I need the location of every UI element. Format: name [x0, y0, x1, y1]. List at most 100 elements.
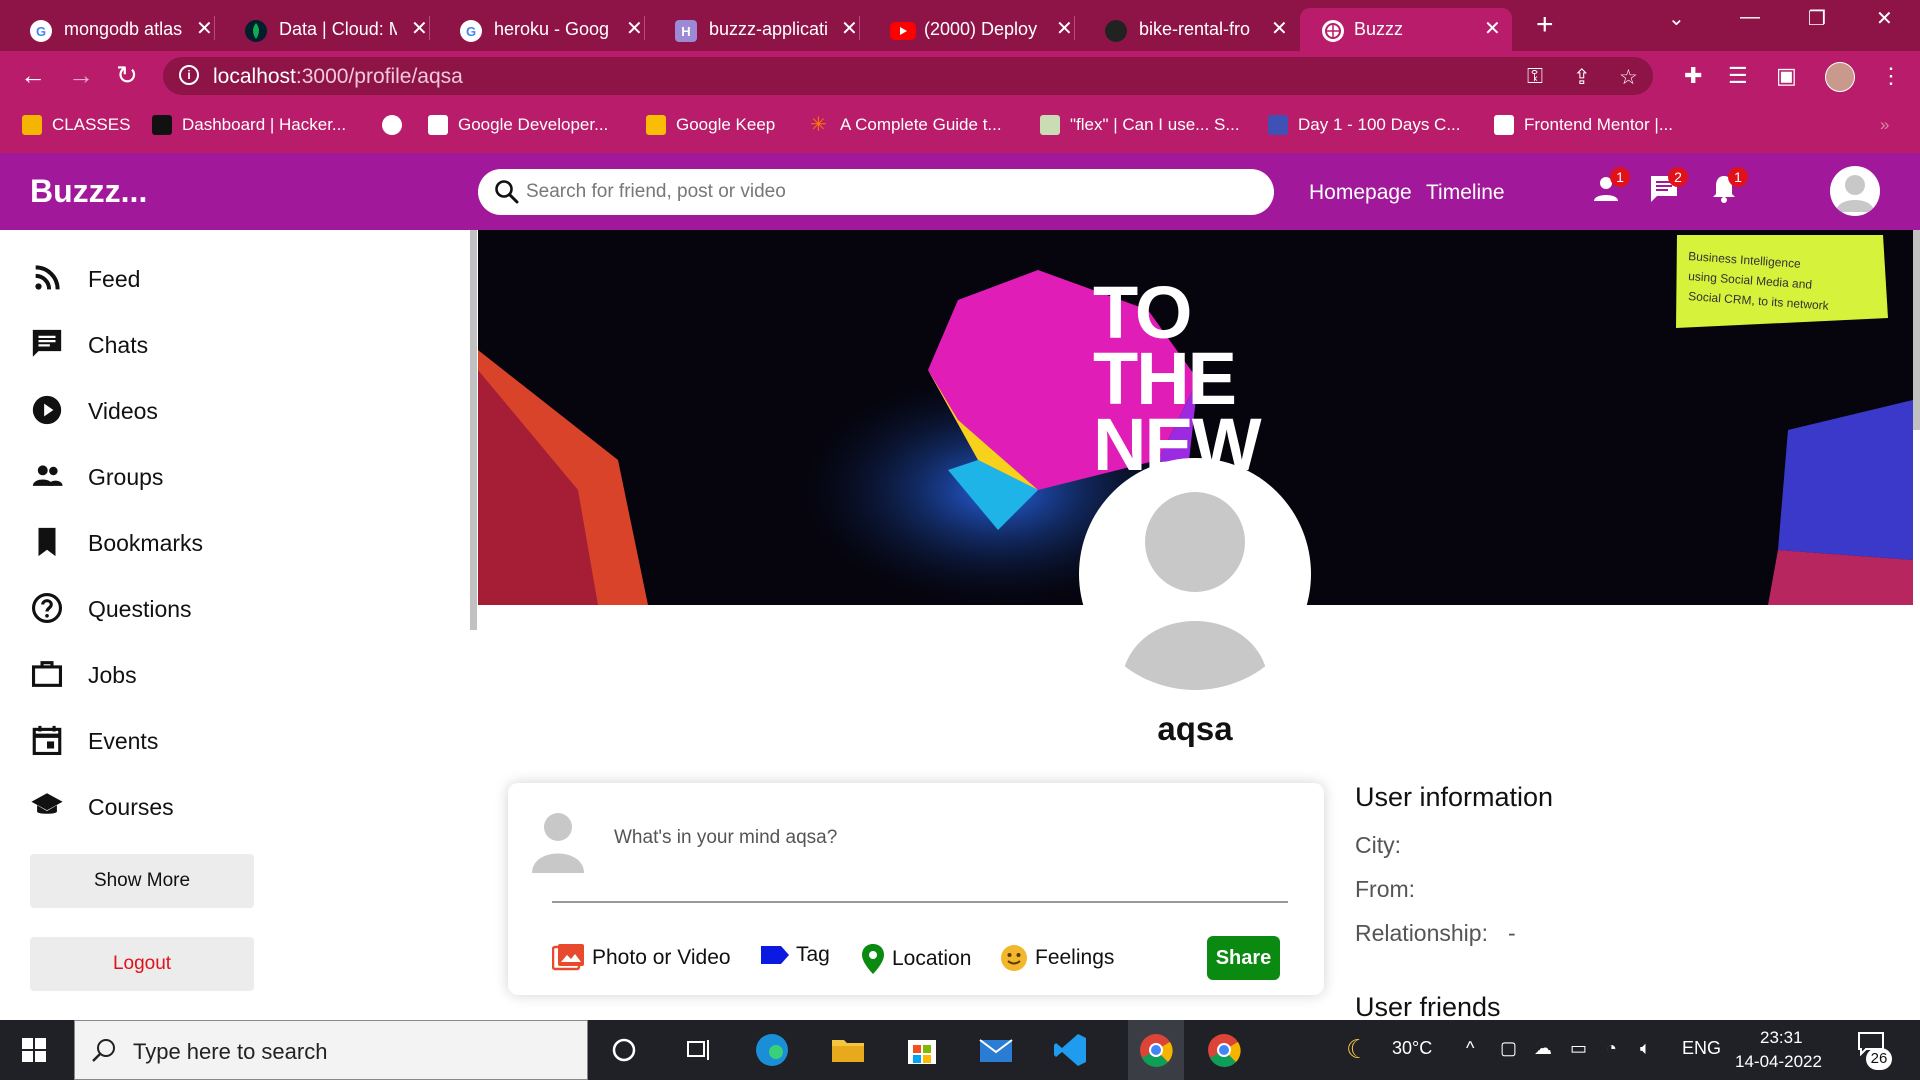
tab-mongodb-data[interactable]: Data | Cloud: M ✕ — [215, 8, 430, 51]
logout-button[interactable]: Logout — [30, 937, 254, 991]
media-queue-icon[interactable]: ☰ — [1728, 63, 1748, 89]
current-user-avatar[interactable] — [1830, 166, 1880, 216]
tab-buzzz-heroku[interactable]: H buzzz-applicati ✕ — [645, 8, 860, 51]
sidebar-item-videos[interactable]: Videos — [30, 390, 158, 430]
minimize-icon[interactable]: — — [1740, 6, 1760, 29]
kebab-menu-icon[interactable]: ⋮ — [1880, 63, 1902, 89]
taskbar-search-box[interactable]: Type here to search — [74, 1020, 588, 1080]
url-text[interactable]: localhost:3000/profile/aqsa — [213, 65, 463, 89]
caniuse-icon — [1040, 115, 1060, 135]
site-info-icon[interactable]: i — [179, 65, 199, 85]
bookmark-can-i-use[interactable]: "flex" | Can I use... S... — [1040, 115, 1240, 135]
tab-buzzz-active[interactable]: Buzzz ✕ — [1300, 8, 1512, 51]
bookmark-label: Google Keep — [676, 115, 776, 134]
location-option[interactable]: Location — [860, 943, 971, 975]
forward-arrow-icon[interactable]: → — [68, 61, 94, 89]
chrome-icon[interactable] — [1206, 1032, 1242, 1068]
tray-chevron-icon[interactable]: ^ — [1466, 1038, 1474, 1059]
back-arrow-icon[interactable]: ← — [20, 61, 46, 89]
sidebar-item-chats[interactable]: Chats — [30, 324, 148, 364]
share-post-input[interactable] — [614, 823, 1214, 853]
bookmark-globe[interactable] — [382, 115, 412, 135]
clock-time[interactable]: 23:31 — [1760, 1028, 1803, 1048]
close-icon[interactable]: ✕ — [196, 18, 213, 40]
tag-option[interactable]: Tag — [760, 943, 830, 967]
nav-timeline-link[interactable]: Timeline — [1426, 181, 1505, 205]
star-icon[interactable]: ☆ — [1619, 65, 1638, 90]
battery-icon[interactable]: ▭ — [1570, 1038, 1587, 1059]
app-search-input[interactable] — [526, 175, 1246, 209]
tab-youtube-deploy[interactable]: (2000) Deploy ✕ — [860, 8, 1075, 51]
app-logo[interactable]: Buzzz... — [30, 173, 147, 210]
chrome-active-icon[interactable] — [1128, 1020, 1184, 1080]
sidebar-scrollbar[interactable] — [470, 230, 477, 630]
bookmark-100-days[interactable]: Day 1 - 100 Days C... — [1268, 115, 1461, 135]
browser-profile-avatar[interactable] — [1825, 62, 1855, 92]
sidebar-item-courses[interactable]: Courses — [30, 786, 174, 826]
window-close-icon[interactable]: ✕ — [1876, 6, 1893, 31]
close-icon[interactable]: ✕ — [626, 18, 643, 40]
friend-requests-button[interactable]: 1 — [1590, 167, 1630, 207]
restore-icon[interactable]: ❐ — [1808, 6, 1826, 31]
language-indicator[interactable]: ENG — [1682, 1038, 1721, 1059]
sidebar-item-label: Videos — [88, 398, 158, 424]
wifi-icon[interactable]: ◔ — [1606, 1038, 1617, 1059]
tab-title: bike-rental-fro — [1139, 19, 1251, 39]
mail-icon[interactable] — [978, 1032, 1014, 1068]
profile-avatar[interactable] — [1079, 458, 1311, 690]
close-icon[interactable]: ✕ — [1484, 18, 1501, 40]
tab-heroku-google[interactable]: G heroku - Goog ✕ — [430, 8, 645, 51]
nav-homepage-link[interactable]: Homepage — [1309, 181, 1412, 205]
feelings-option[interactable]: Feelings — [999, 943, 1114, 973]
close-icon[interactable]: ✕ — [1271, 18, 1288, 40]
weather-temperature[interactable]: 30°C — [1392, 1038, 1432, 1059]
sidebar-item-feed[interactable]: Feed — [30, 258, 140, 298]
notifications-button[interactable]: 1 — [1708, 167, 1748, 207]
key-icon[interactable]: ⚿ — [1527, 65, 1543, 89]
bookmark-complete-guide[interactable]: ✳ A Complete Guide t... — [810, 115, 1002, 135]
reload-icon[interactable]: ↻ — [116, 61, 138, 89]
group-icon — [32, 465, 63, 486]
close-icon[interactable]: ✕ — [411, 18, 428, 40]
windows-start-icon[interactable] — [22, 1038, 46, 1067]
clock-date[interactable]: 14-04-2022 — [1735, 1052, 1822, 1072]
main-scrollbar[interactable] — [1913, 230, 1920, 430]
bookmark-google-developers[interactable]: Google Developer... — [428, 115, 608, 135]
new-tab-button[interactable]: + — [1536, 10, 1554, 40]
volume-icon[interactable]: 🔈︎ — [1640, 1038, 1651, 1059]
bookmark-hackerrank[interactable]: Dashboard | Hacker... — [152, 115, 346, 135]
sidebar-item-groups[interactable]: Groups — [30, 456, 163, 496]
file-explorer-icon[interactable] — [830, 1032, 866, 1068]
meet-now-icon[interactable]: ▢ — [1500, 1038, 1517, 1059]
sidebar-item-events[interactable]: Events — [30, 720, 158, 760]
tab-github-bike-rental[interactable]: bike-rental-fro ✕ — [1075, 8, 1290, 51]
sidebar-item-jobs[interactable]: Jobs — [30, 654, 137, 694]
microsoft-store-icon[interactable] — [904, 1032, 940, 1068]
show-more-button[interactable]: Show More — [30, 854, 254, 908]
tab-mongodb-atlas[interactable]: G mongodb atlas ✕ — [0, 8, 215, 51]
messages-button[interactable]: 2 — [1648, 167, 1688, 207]
close-icon[interactable]: ✕ — [841, 18, 858, 40]
close-icon[interactable]: ✕ — [1056, 18, 1073, 40]
cortana-icon[interactable] — [606, 1032, 642, 1068]
tab-title: (2000) Deploy — [924, 19, 1038, 39]
tab-title: heroku - Goog — [494, 19, 610, 39]
task-view-icon[interactable] — [680, 1032, 716, 1068]
sidebar-item-questions[interactable]: Questions — [30, 588, 192, 628]
address-bar[interactable]: i localhost:3000/profile/aqsa ⚿ ⇪ ☆ — [163, 57, 1653, 95]
tab-search-chevron-icon[interactable]: ⌄ — [1668, 6, 1685, 31]
bookmark-classes[interactable]: CLASSES — [22, 115, 130, 135]
side-panel-icon[interactable]: ▣ — [1776, 63, 1797, 89]
more-bookmarks-chevron-icon[interactable]: » — [1880, 115, 1889, 135]
share-button[interactable]: Share — [1207, 936, 1280, 980]
vscode-icon[interactable] — [1052, 1032, 1088, 1068]
bookmark-frontend-mentor[interactable]: Frontend Mentor |... — [1494, 115, 1673, 135]
share-page-icon[interactable]: ⇪ — [1573, 65, 1591, 90]
sidebar-item-bookmarks[interactable]: Bookmarks — [30, 522, 203, 562]
onedrive-cloud-icon[interactable]: ☁ — [1534, 1038, 1552, 1059]
bookmark-google-keep[interactable]: Google Keep — [646, 115, 775, 135]
extensions-puzzle-icon[interactable]: ✚ — [1684, 63, 1702, 89]
edge-browser-icon[interactable] — [754, 1032, 790, 1068]
weather-moon-icon[interactable]: ☾ — [1346, 1034, 1369, 1065]
photo-or-video-option[interactable]: Photo or Video — [552, 943, 731, 973]
